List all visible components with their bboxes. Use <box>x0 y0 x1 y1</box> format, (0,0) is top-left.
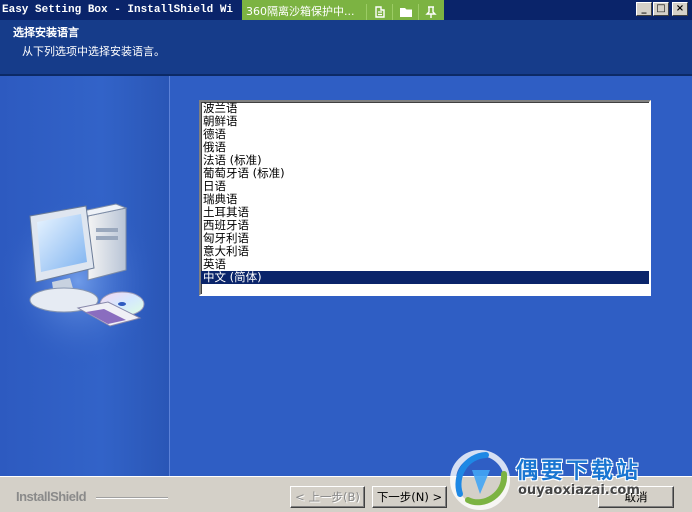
list-item[interactable]: 葡萄牙语 (标准) <box>201 167 649 180</box>
window-title: Easy Setting Box - InstallShield Wi <box>2 4 234 16</box>
next-button[interactable]: 下一步(N) > <box>372 486 447 508</box>
language-listbox[interactable]: 波兰语 朝鲜语 德语 俄语 法语 (标准) 葡萄牙语 (标准) 日语 瑞典语 土耳其语 西班牙语匈… <box>199 100 651 296</box>
dialog-body: 波兰语 朝鲜语 德语 俄语 法语 (标准) 葡萄牙语 (标准) 日语 瑞典语 土耳其语 西班牙语匈… <box>0 76 692 476</box>
back-button[interactable]: < 上一步(B) <box>290 486 365 508</box>
installshield-brand: InstallShield <box>16 489 87 504</box>
list-item[interactable]: 匈牙利语 <box>201 232 649 245</box>
shield-icon[interactable] <box>373 5 387 19</box>
header-title: 选择安装语言 <box>13 26 79 39</box>
list-item[interactable]: 意大利语 <box>201 245 649 258</box>
list-item[interactable]: 瑞典语 <box>201 193 649 206</box>
dialog-header: 选择安装语言 从下列选项中选择安装语言。 <box>0 20 692 76</box>
sandbox-status-text: 360隔离沙箱保护中... <box>246 5 355 18</box>
watermark-url: ouyaoxiazai.com <box>518 483 640 498</box>
list-item[interactable]: 土耳其语 <box>201 206 649 219</box>
folder-icon[interactable] <box>399 5 413 19</box>
divider <box>366 4 367 21</box>
header-subtitle: 从下列选项中选择安装语言。 <box>22 45 165 58</box>
watermark-logo-icon <box>450 450 510 510</box>
side-panel <box>0 76 170 476</box>
minimize-icon[interactable]: _ <box>636 2 652 16</box>
list-item[interactable]: 西班牙语 <box>201 219 649 232</box>
pin-icon[interactable] <box>424 5 438 19</box>
site-watermark: 偶要下载站 ouyaoxiazai.com <box>448 448 692 512</box>
language-list[interactable]: 波兰语 朝鲜语 德语 俄语 法语 (标准) 葡萄牙语 (标准) 日语 瑞典语 土耳其语 西班牙语匈… <box>201 102 649 284</box>
close-icon[interactable]: × <box>672 2 688 16</box>
list-item-selected[interactable]: 中文 (简体) <box>201 271 649 284</box>
list-item[interactable]: 俄语 <box>201 141 649 154</box>
list-item[interactable]: 朝鲜语 <box>201 115 649 128</box>
list-item[interactable]: 英语 <box>201 258 649 271</box>
computer-illustration-icon <box>0 191 158 371</box>
divider <box>418 4 419 21</box>
list-item[interactable]: 日语 <box>201 180 649 193</box>
divider <box>96 497 168 499</box>
list-item[interactable]: 波兰语 <box>201 102 649 115</box>
watermark-title: 偶要下载站 <box>516 459 642 484</box>
list-item[interactable]: 德语 <box>201 128 649 141</box>
divider <box>392 4 393 21</box>
maximize-icon[interactable]: □ <box>653 2 669 16</box>
